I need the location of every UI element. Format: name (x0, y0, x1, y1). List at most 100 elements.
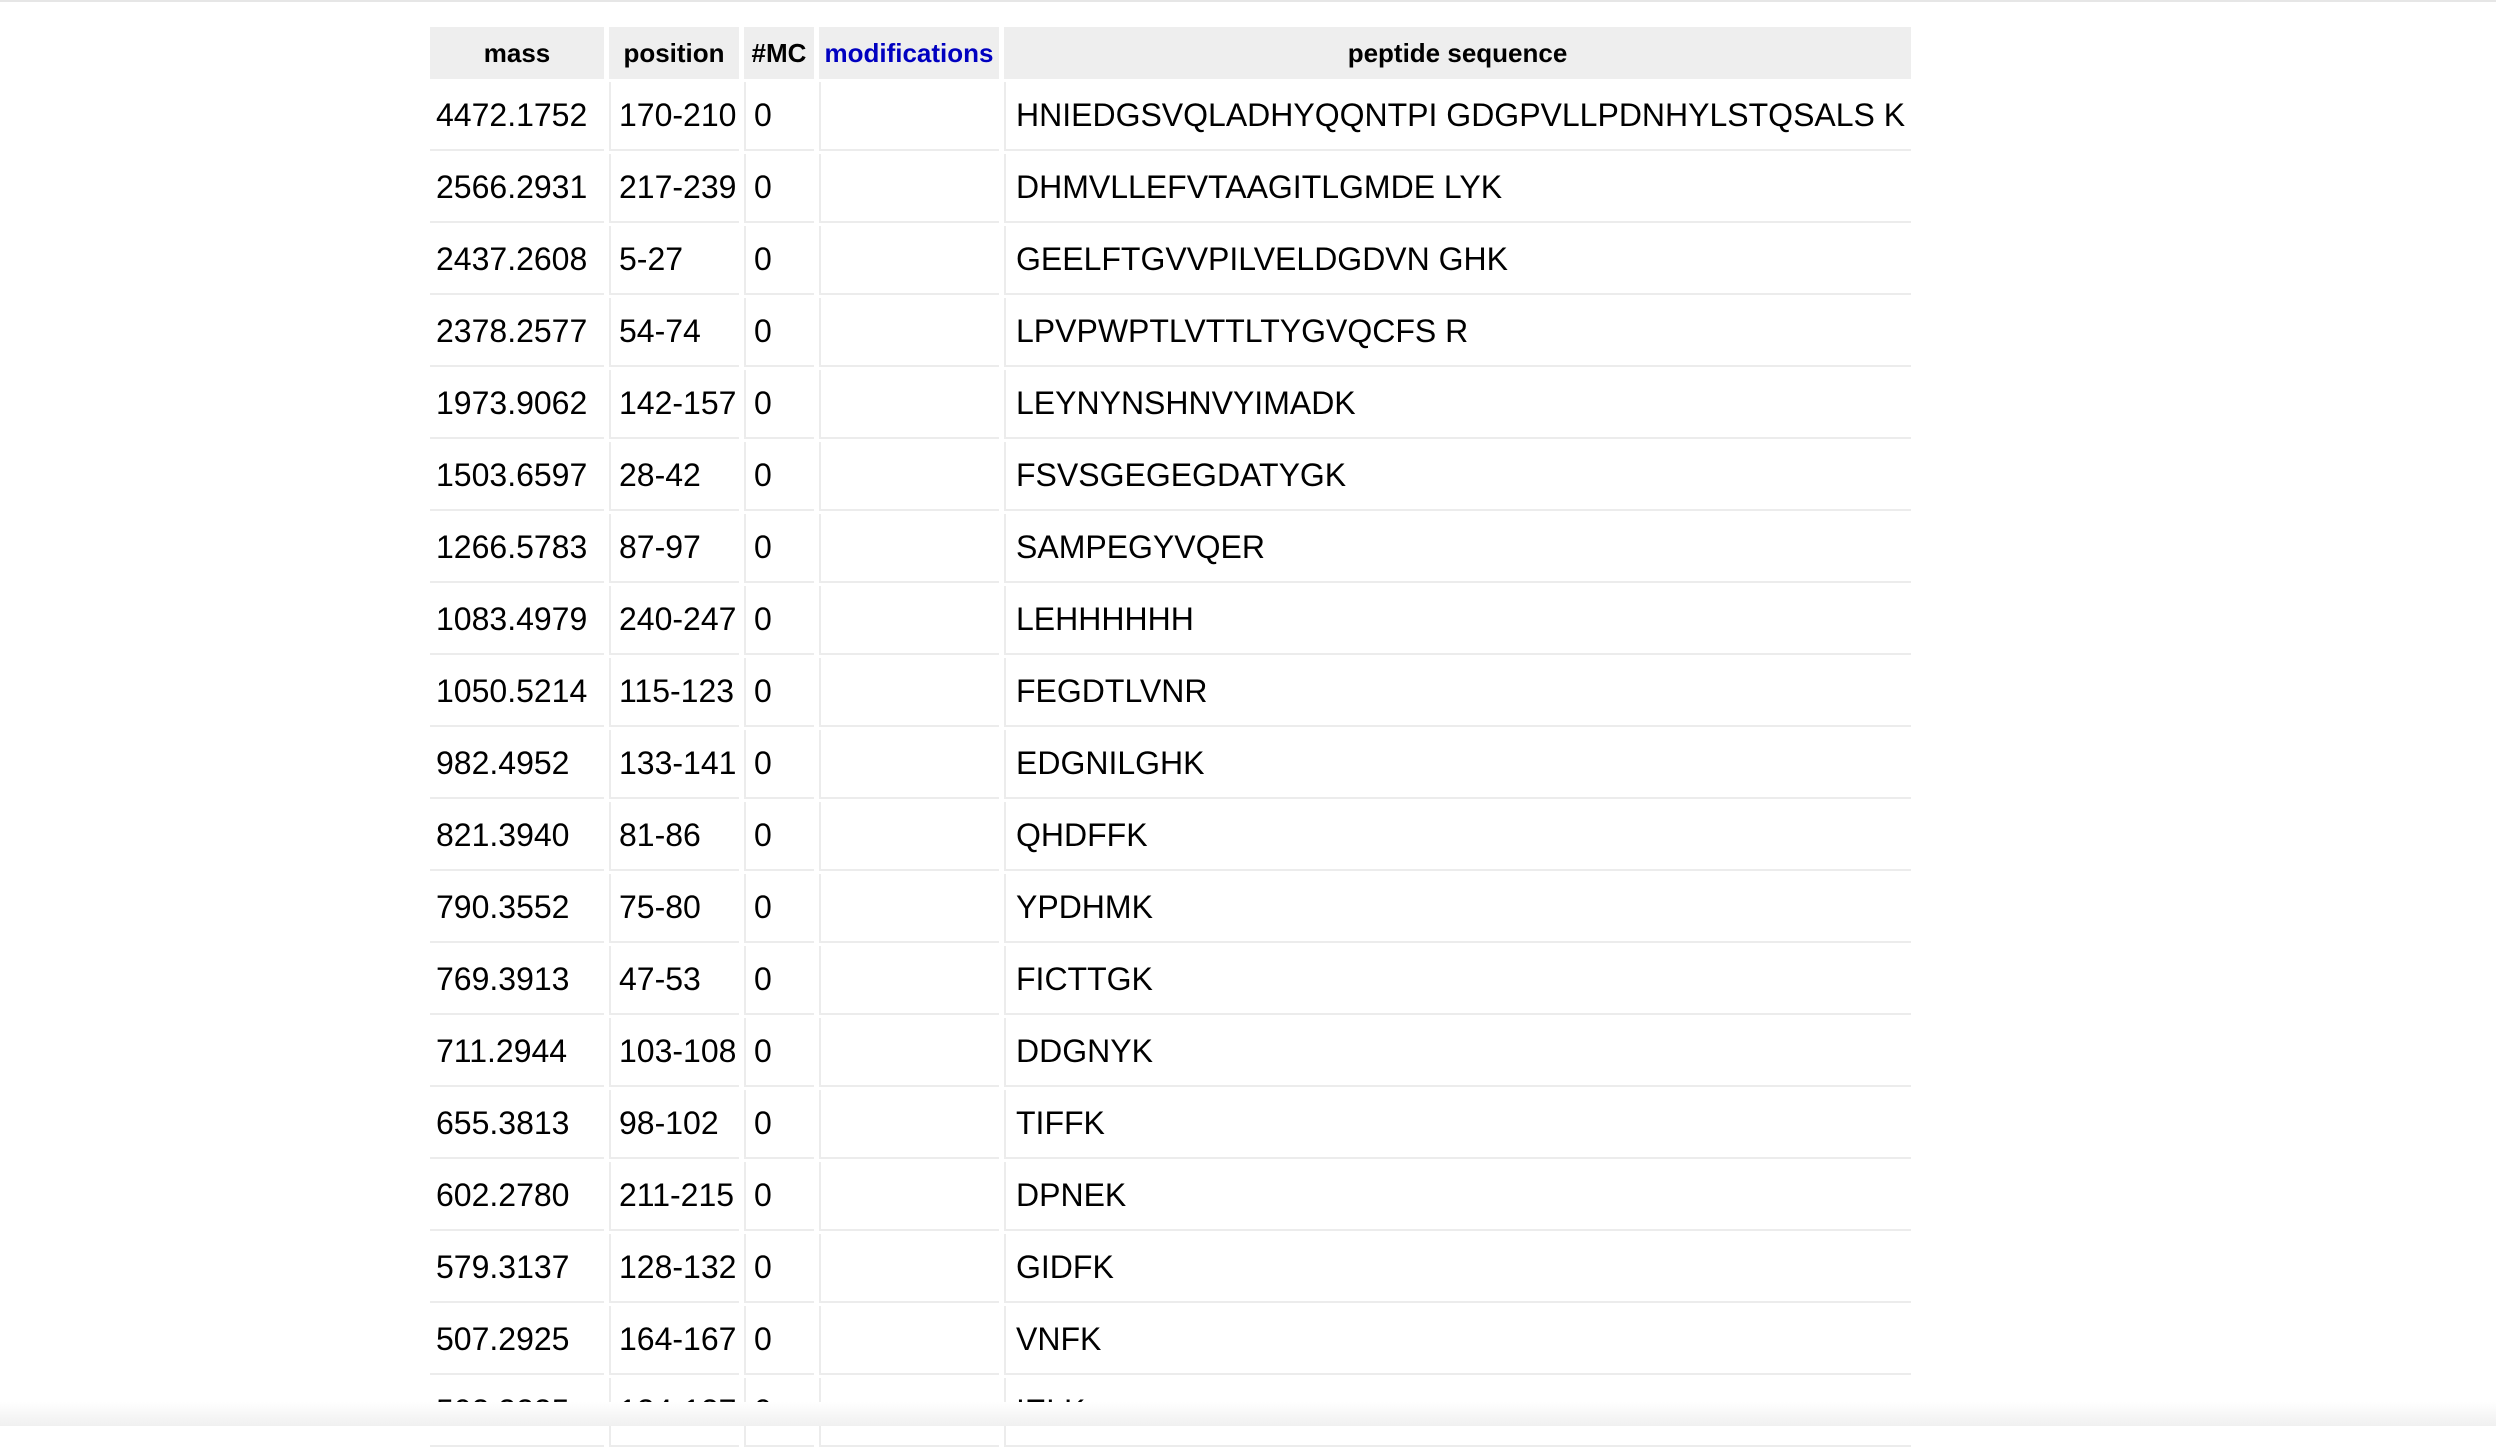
table-row: 579.3137 128-132 0 GIDFK (430, 1234, 1911, 1303)
cell-peptide-sequence: EDGNILGHK (1004, 730, 1911, 799)
cell-peptide-sequence: DHMVLLEFVTAAGITLGMDE LYK (1004, 154, 1911, 223)
cell-mass: 4472.1752 (430, 82, 604, 151)
cell-modifications (819, 946, 999, 1015)
table-row: 1973.9062 142-157 0 LEYNYNSHNVYIMADK (430, 370, 1911, 439)
table-row: 1266.5783 87-97 0 SAMPEGYVQER (430, 514, 1911, 583)
cell-modifications (819, 82, 999, 151)
cell-modifications (819, 658, 999, 727)
cell-modifications (819, 1162, 999, 1231)
cell-position: 211-215 (609, 1162, 739, 1231)
cell-position: 87-97 (609, 514, 739, 583)
cell-modifications (819, 442, 999, 511)
cell-mass: 790.3552 (430, 874, 604, 943)
cell-modifications (819, 154, 999, 223)
cell-peptide-sequence: DDGNYK (1004, 1018, 1911, 1087)
cell-mass: 1083.4979 (430, 586, 604, 655)
header-position: position (609, 27, 739, 79)
cell-missed-cleavages: 0 (744, 1162, 814, 1231)
table-row: 2378.2577 54-74 0 LPVPWPTLVTTLTYGVQCFS R (430, 298, 1911, 367)
peptide-table: mass position #MC modifications peptide … (425, 24, 1916, 1450)
top-divider (0, 0, 2496, 2)
cell-missed-cleavages: 0 (744, 82, 814, 151)
cell-modifications (819, 1306, 999, 1375)
cell-missed-cleavages: 0 (744, 1090, 814, 1159)
cell-modifications (819, 730, 999, 799)
cell-position: 75-80 (609, 874, 739, 943)
cell-missed-cleavages: 0 (744, 298, 814, 367)
table-row: 711.2944 103-108 0 DDGNYK (430, 1018, 1911, 1087)
cell-position: 128-132 (609, 1234, 739, 1303)
cell-peptide-sequence: FSVSGEGEGDATYGK (1004, 442, 1911, 511)
cell-peptide-sequence: GEELFTGVVPILVELDGDVN GHK (1004, 226, 1911, 295)
table-row: 1083.4979 240-247 0 LEHHHHHH (430, 586, 1911, 655)
cell-mass: 2378.2577 (430, 298, 604, 367)
table-header-row: mass position #MC modifications peptide … (430, 27, 1911, 79)
cell-missed-cleavages: 0 (744, 154, 814, 223)
cell-position: 170-210 (609, 82, 739, 151)
cell-modifications (819, 226, 999, 295)
cell-position: 164-167 (609, 1306, 739, 1375)
cell-modifications (819, 514, 999, 583)
cell-modifications (819, 1018, 999, 1087)
cell-position: 142-157 (609, 370, 739, 439)
cell-position: 54-74 (609, 298, 739, 367)
cell-mass: 2437.2608 (430, 226, 604, 295)
cell-position: 28-42 (609, 442, 739, 511)
cell-missed-cleavages: 0 (744, 874, 814, 943)
cell-peptide-sequence: DPNEK (1004, 1162, 1911, 1231)
table-row: 2566.2931 217-239 0 DHMVLLEFVTAAGITLGMDE LY… (430, 154, 1911, 223)
cell-peptide-sequence: FICTTGK (1004, 946, 1911, 1015)
cell-mass: 982.4952 (430, 730, 604, 799)
cell-peptide-sequence: HNIEDGSVQLADHYQQNTPI GDGPVLLPDNHYLSTQSAL… (1004, 82, 1911, 151)
cell-missed-cleavages: 0 (744, 370, 814, 439)
cell-missed-cleavages: 0 (744, 442, 814, 511)
cell-peptide-sequence: TIFFK (1004, 1090, 1911, 1159)
cell-position: 98-102 (609, 1090, 739, 1159)
cell-missed-cleavages: 0 (744, 1018, 814, 1087)
cell-modifications (819, 586, 999, 655)
cell-modifications (819, 1090, 999, 1159)
cell-position: 103-108 (609, 1018, 739, 1087)
cell-missed-cleavages: 0 (744, 802, 814, 871)
cell-mass: 711.2944 (430, 1018, 604, 1087)
table-row: 790.3552 75-80 0 YPDHMK (430, 874, 1911, 943)
cell-position: 115-123 (609, 658, 739, 727)
table-row: 507.2925 164-167 0 VNFK (430, 1306, 1911, 1375)
table-row: 982.4952 133-141 0 EDGNILGHK (430, 730, 1911, 799)
cell-peptide-sequence: SAMPEGYVQER (1004, 514, 1911, 583)
table-row: 602.2780 211-215 0 DPNEK (430, 1162, 1911, 1231)
cell-mass: 2566.2931 (430, 154, 604, 223)
table-body: 4472.1752 170-210 0 HNIEDGSVQLADHYQQNTPI GD… (430, 82, 1911, 1447)
table-row: 2437.2608 5-27 0 GEELFTGVVPILVELDGDVN GHK (430, 226, 1911, 295)
cell-peptide-sequence: LEYNYNSHNVYIMADK (1004, 370, 1911, 439)
cell-peptide-sequence: YPDHMK (1004, 874, 1911, 943)
cell-peptide-sequence: LEHHHHHH (1004, 586, 1911, 655)
cell-peptide-sequence: FEGDTLVNR (1004, 658, 1911, 727)
cell-peptide-sequence: VNFK (1004, 1306, 1911, 1375)
cell-mass: 821.3940 (430, 802, 604, 871)
cell-missed-cleavages: 0 (744, 946, 814, 1015)
header-peptide-sequence: peptide sequence (1004, 27, 1911, 79)
cell-position: 5-27 (609, 226, 739, 295)
cell-position: 133-141 (609, 730, 739, 799)
cell-peptide-sequence: QHDFFK (1004, 802, 1911, 871)
cell-modifications (819, 874, 999, 943)
table-row: 1503.6597 28-42 0 FSVSGEGEGDATYGK (430, 442, 1911, 511)
cell-position: 217-239 (609, 154, 739, 223)
cell-mass: 579.3137 (430, 1234, 604, 1303)
cell-missed-cleavages: 0 (744, 1306, 814, 1375)
cell-mass: 1266.5783 (430, 514, 604, 583)
cell-modifications (819, 298, 999, 367)
cell-mass: 1503.6597 (430, 442, 604, 511)
cell-mass: 769.3913 (430, 946, 604, 1015)
cell-mass: 507.2925 (430, 1306, 604, 1375)
cell-peptide-sequence: LPVPWPTLVTTLTYGVQCFS R (1004, 298, 1911, 367)
header-mass: mass (430, 27, 604, 79)
cell-peptide-sequence: GIDFK (1004, 1234, 1911, 1303)
cell-missed-cleavages: 0 (744, 730, 814, 799)
cell-missed-cleavages: 0 (744, 226, 814, 295)
cell-position: 47-53 (609, 946, 739, 1015)
header-modifications-link[interactable]: modifications (819, 27, 999, 79)
cell-modifications (819, 370, 999, 439)
cell-mass: 1050.5214 (430, 658, 604, 727)
